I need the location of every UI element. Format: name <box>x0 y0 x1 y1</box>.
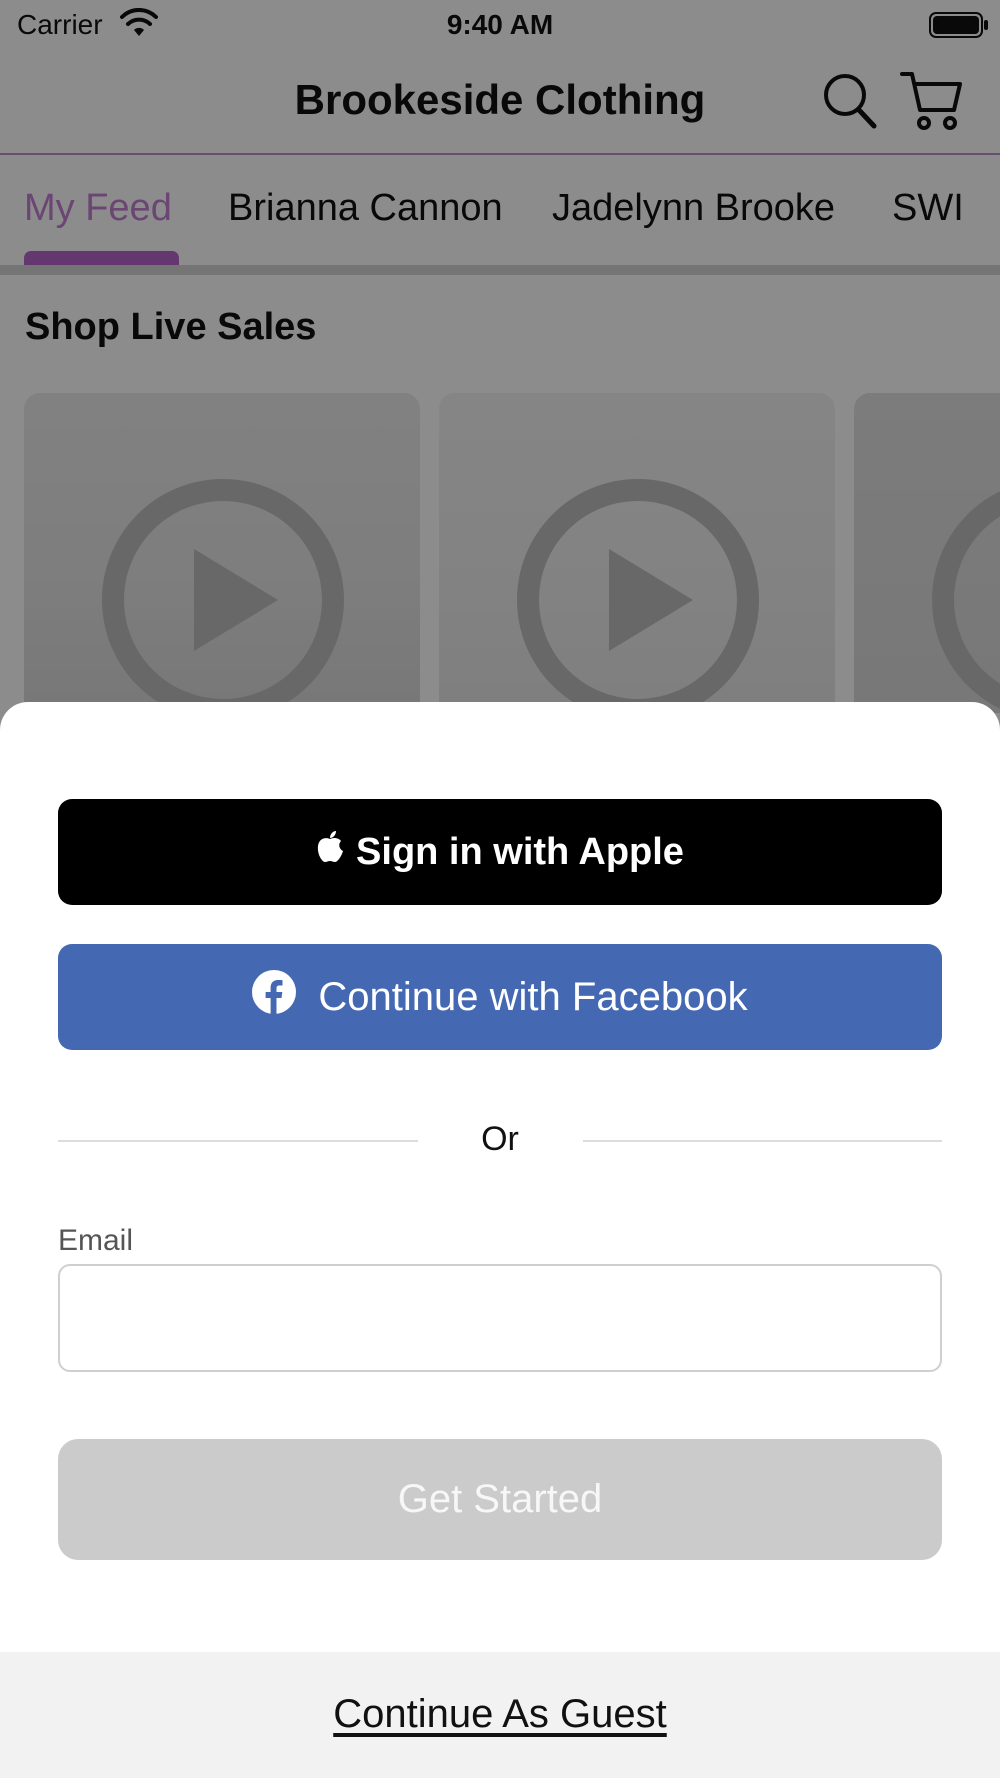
sign-in-sheet: Sign in with Apple Continue with Faceboo… <box>0 702 1000 1778</box>
email-field[interactable] <box>58 1264 942 1372</box>
apple-button-label: Sign in with Apple <box>356 830 684 873</box>
continue-as-guest-link[interactable]: Continue As Guest <box>0 1692 1000 1737</box>
facebook-button-label: Continue with Facebook <box>318 974 748 1019</box>
facebook-icon <box>252 970 297 1024</box>
divider-line-right <box>583 1140 942 1142</box>
get-started-label: Get Started <box>397 1477 603 1521</box>
sign-in-with-apple-button[interactable]: Sign in with Apple <box>58 799 942 905</box>
get-started-button[interactable]: Get Started <box>58 1439 942 1560</box>
apple-icon <box>316 830 344 874</box>
guest-footer: Continue As Guest <box>0 1652 1000 1778</box>
email-label: Email <box>58 1224 134 1257</box>
continue-with-facebook-button[interactable]: Continue with Facebook <box>58 944 942 1050</box>
